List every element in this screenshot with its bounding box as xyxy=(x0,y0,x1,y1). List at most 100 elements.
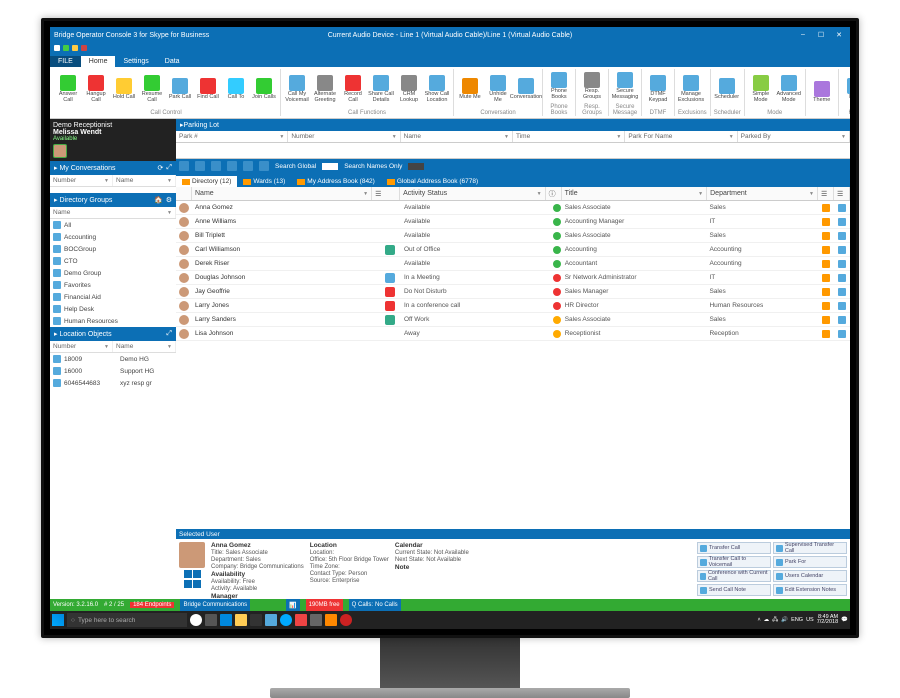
col-action1[interactable]: ☰ xyxy=(818,187,834,200)
action-icon[interactable] xyxy=(838,330,846,338)
location-objects-header[interactable]: ▸ Location Objects ⤢ xyxy=(50,327,176,341)
search-names-checkbox[interactable] xyxy=(408,163,424,170)
col-name[interactable]: Name▼ xyxy=(50,207,176,218)
ribbon-button[interactable]: Alternate Greeting xyxy=(312,75,338,103)
action-icon[interactable] xyxy=(838,274,846,282)
qa-icon[interactable] xyxy=(63,45,69,51)
col-number[interactable]: Number▼ xyxy=(50,341,113,352)
col-name[interactable]: Name▼ xyxy=(192,187,372,200)
action-button[interactable]: Supervised Transfer Call xyxy=(773,542,847,554)
action-button[interactable]: Transfer Call xyxy=(697,542,771,554)
action-icon[interactable] xyxy=(822,204,830,212)
tab-file[interactable]: FILE xyxy=(50,56,81,67)
ribbon-button[interactable]: Hangup Call xyxy=(83,75,109,103)
directory-group-item[interactable]: Financial Aid xyxy=(50,291,176,303)
tray-volume-icon[interactable]: 🔊 xyxy=(781,617,788,623)
col-activity[interactable]: Activity Status▼ xyxy=(400,187,546,200)
directory-row[interactable]: Jay GeoffrieDo Not DisturbSales ManagerS… xyxy=(176,285,850,299)
directory-group-item[interactable]: CTO xyxy=(50,255,176,267)
directory-row[interactable]: Bill TriplettAvailableSales AssociateSal… xyxy=(176,229,850,243)
action-button[interactable]: Transfer Call to Voicemail xyxy=(697,556,771,568)
ribbon-button[interactable]: DTMF Keypad xyxy=(645,75,671,103)
toolbar-icon[interactable] xyxy=(259,161,269,171)
directory-row[interactable]: Derek RiserAvailableAccountantAccounting xyxy=(176,257,850,271)
directory-row[interactable]: Anna GomezAvailableSales AssociateSales xyxy=(176,201,850,215)
action-icon[interactable] xyxy=(822,274,830,282)
action-icon[interactable] xyxy=(822,232,830,240)
col-number[interactable]: Number▼ xyxy=(50,175,113,186)
action-icon[interactable] xyxy=(822,218,830,226)
taskbar-app-icon[interactable] xyxy=(325,614,337,626)
col-department[interactable]: Department▼ xyxy=(707,187,818,200)
close-button[interactable]: ✕ xyxy=(832,31,846,39)
taskbar-search[interactable]: ○Type here to search xyxy=(67,613,187,627)
col-name[interactable]: Name▼ xyxy=(113,175,176,186)
toolbar-icon[interactable] xyxy=(243,161,253,171)
action-icon[interactable] xyxy=(838,288,846,296)
ribbon-button[interactable]: Show Call Location xyxy=(424,75,450,103)
directory-group-item[interactable]: Accounting xyxy=(50,231,176,243)
cortana-icon[interactable] xyxy=(190,614,202,626)
action-icon[interactable] xyxy=(838,260,846,268)
conversations-header[interactable]: ▸ My Conversations ⟳⤢ xyxy=(50,161,176,175)
contact-action-icon[interactable] xyxy=(193,580,201,588)
directory-row[interactable]: Larry SandersOff WorkSales AssociateSale… xyxy=(176,313,850,327)
action-icon[interactable] xyxy=(838,246,846,254)
expand-icon[interactable]: ⤢ xyxy=(166,164,172,172)
ribbon-button[interactable]: Mute Me xyxy=(457,78,483,101)
col-activity-icon[interactable]: ☰ xyxy=(372,187,400,200)
directory-group-item[interactable]: Demo Group xyxy=(50,267,176,279)
location-item[interactable]: 16000Support HG xyxy=(50,365,176,377)
directory-group-item[interactable]: All xyxy=(50,219,176,231)
search-global-checkbox[interactable] xyxy=(322,163,338,170)
explorer-icon[interactable] xyxy=(235,614,247,626)
taskbar-app-icon[interactable] xyxy=(340,614,352,626)
directory-tab[interactable]: Wards (13) xyxy=(237,176,291,187)
parking-col[interactable]: Time▼ xyxy=(513,131,625,142)
ribbon-button[interactable]: Advanced Mode xyxy=(776,75,802,103)
ribbon-button[interactable]: Answer Call xyxy=(55,75,81,103)
action-button[interactable]: Send Call Note xyxy=(697,584,771,596)
contact-action-icon[interactable] xyxy=(193,570,201,578)
action-icon[interactable] xyxy=(822,260,830,268)
ribbon-button[interactable]: Call My Voicemail xyxy=(284,75,310,103)
action-icon[interactable] xyxy=(838,316,846,324)
action-icon[interactable] xyxy=(822,288,830,296)
parking-lot-header[interactable]: ▸ Parking Lot xyxy=(176,119,850,131)
action-button[interactable]: Users Calendar xyxy=(773,570,847,582)
directory-row[interactable]: Carl WilliamsonOut of OfficeAccountingAc… xyxy=(176,243,850,257)
col-name[interactable]: Name▼ xyxy=(113,341,176,352)
col-title[interactable]: Title▼ xyxy=(562,187,708,200)
tray-date[interactable]: 7/2/2018 xyxy=(817,620,838,626)
minimize-button[interactable]: – xyxy=(796,31,810,39)
ribbon-button[interactable]: Secure Messaging xyxy=(612,72,638,100)
action-icon[interactable] xyxy=(822,246,830,254)
parking-col[interactable]: Park #▼ xyxy=(176,131,288,142)
directory-groups-header[interactable]: ▸ Directory Groups 🏠⚙ xyxy=(50,193,176,207)
taskbar-app-icon[interactable] xyxy=(310,614,322,626)
tray-lang[interactable]: ENG xyxy=(791,617,803,623)
action-button[interactable]: Park For xyxy=(773,556,847,568)
toolbar-icon[interactable] xyxy=(227,161,237,171)
directory-row[interactable]: Larry JonesIn a conference callHR Direct… xyxy=(176,299,850,313)
action-icon[interactable] xyxy=(822,330,830,338)
action-icon[interactable] xyxy=(838,218,846,226)
ribbon-button[interactable]: Unhide Me xyxy=(485,75,511,103)
ribbon-button[interactable]: Conversation xyxy=(513,78,539,101)
action-icon[interactable] xyxy=(822,302,830,310)
start-button[interactable] xyxy=(52,614,64,626)
directory-tab[interactable]: Global Address Book (6778) xyxy=(381,176,484,187)
location-item[interactable]: 18009Demo HG xyxy=(50,353,176,365)
parking-col[interactable]: Name▼ xyxy=(401,131,513,142)
tab-data[interactable]: Data xyxy=(157,56,188,67)
directory-group-item[interactable]: BOCGroup xyxy=(50,243,176,255)
action-button[interactable]: Conference with Current Call xyxy=(697,570,771,582)
directory-group-item[interactable]: Human Resources xyxy=(50,315,176,327)
qa-icon[interactable] xyxy=(54,45,60,51)
ribbon-button[interactable]: Resume Call xyxy=(139,75,165,103)
parking-col[interactable]: Number▼ xyxy=(288,131,400,142)
skype-icon[interactable] xyxy=(280,614,292,626)
tray-network-icon[interactable]: 🖧 xyxy=(772,616,778,625)
ribbon-button[interactable]: CRM Lookup xyxy=(396,75,422,103)
ribbon-button[interactable]: Simple Mode xyxy=(748,75,774,103)
